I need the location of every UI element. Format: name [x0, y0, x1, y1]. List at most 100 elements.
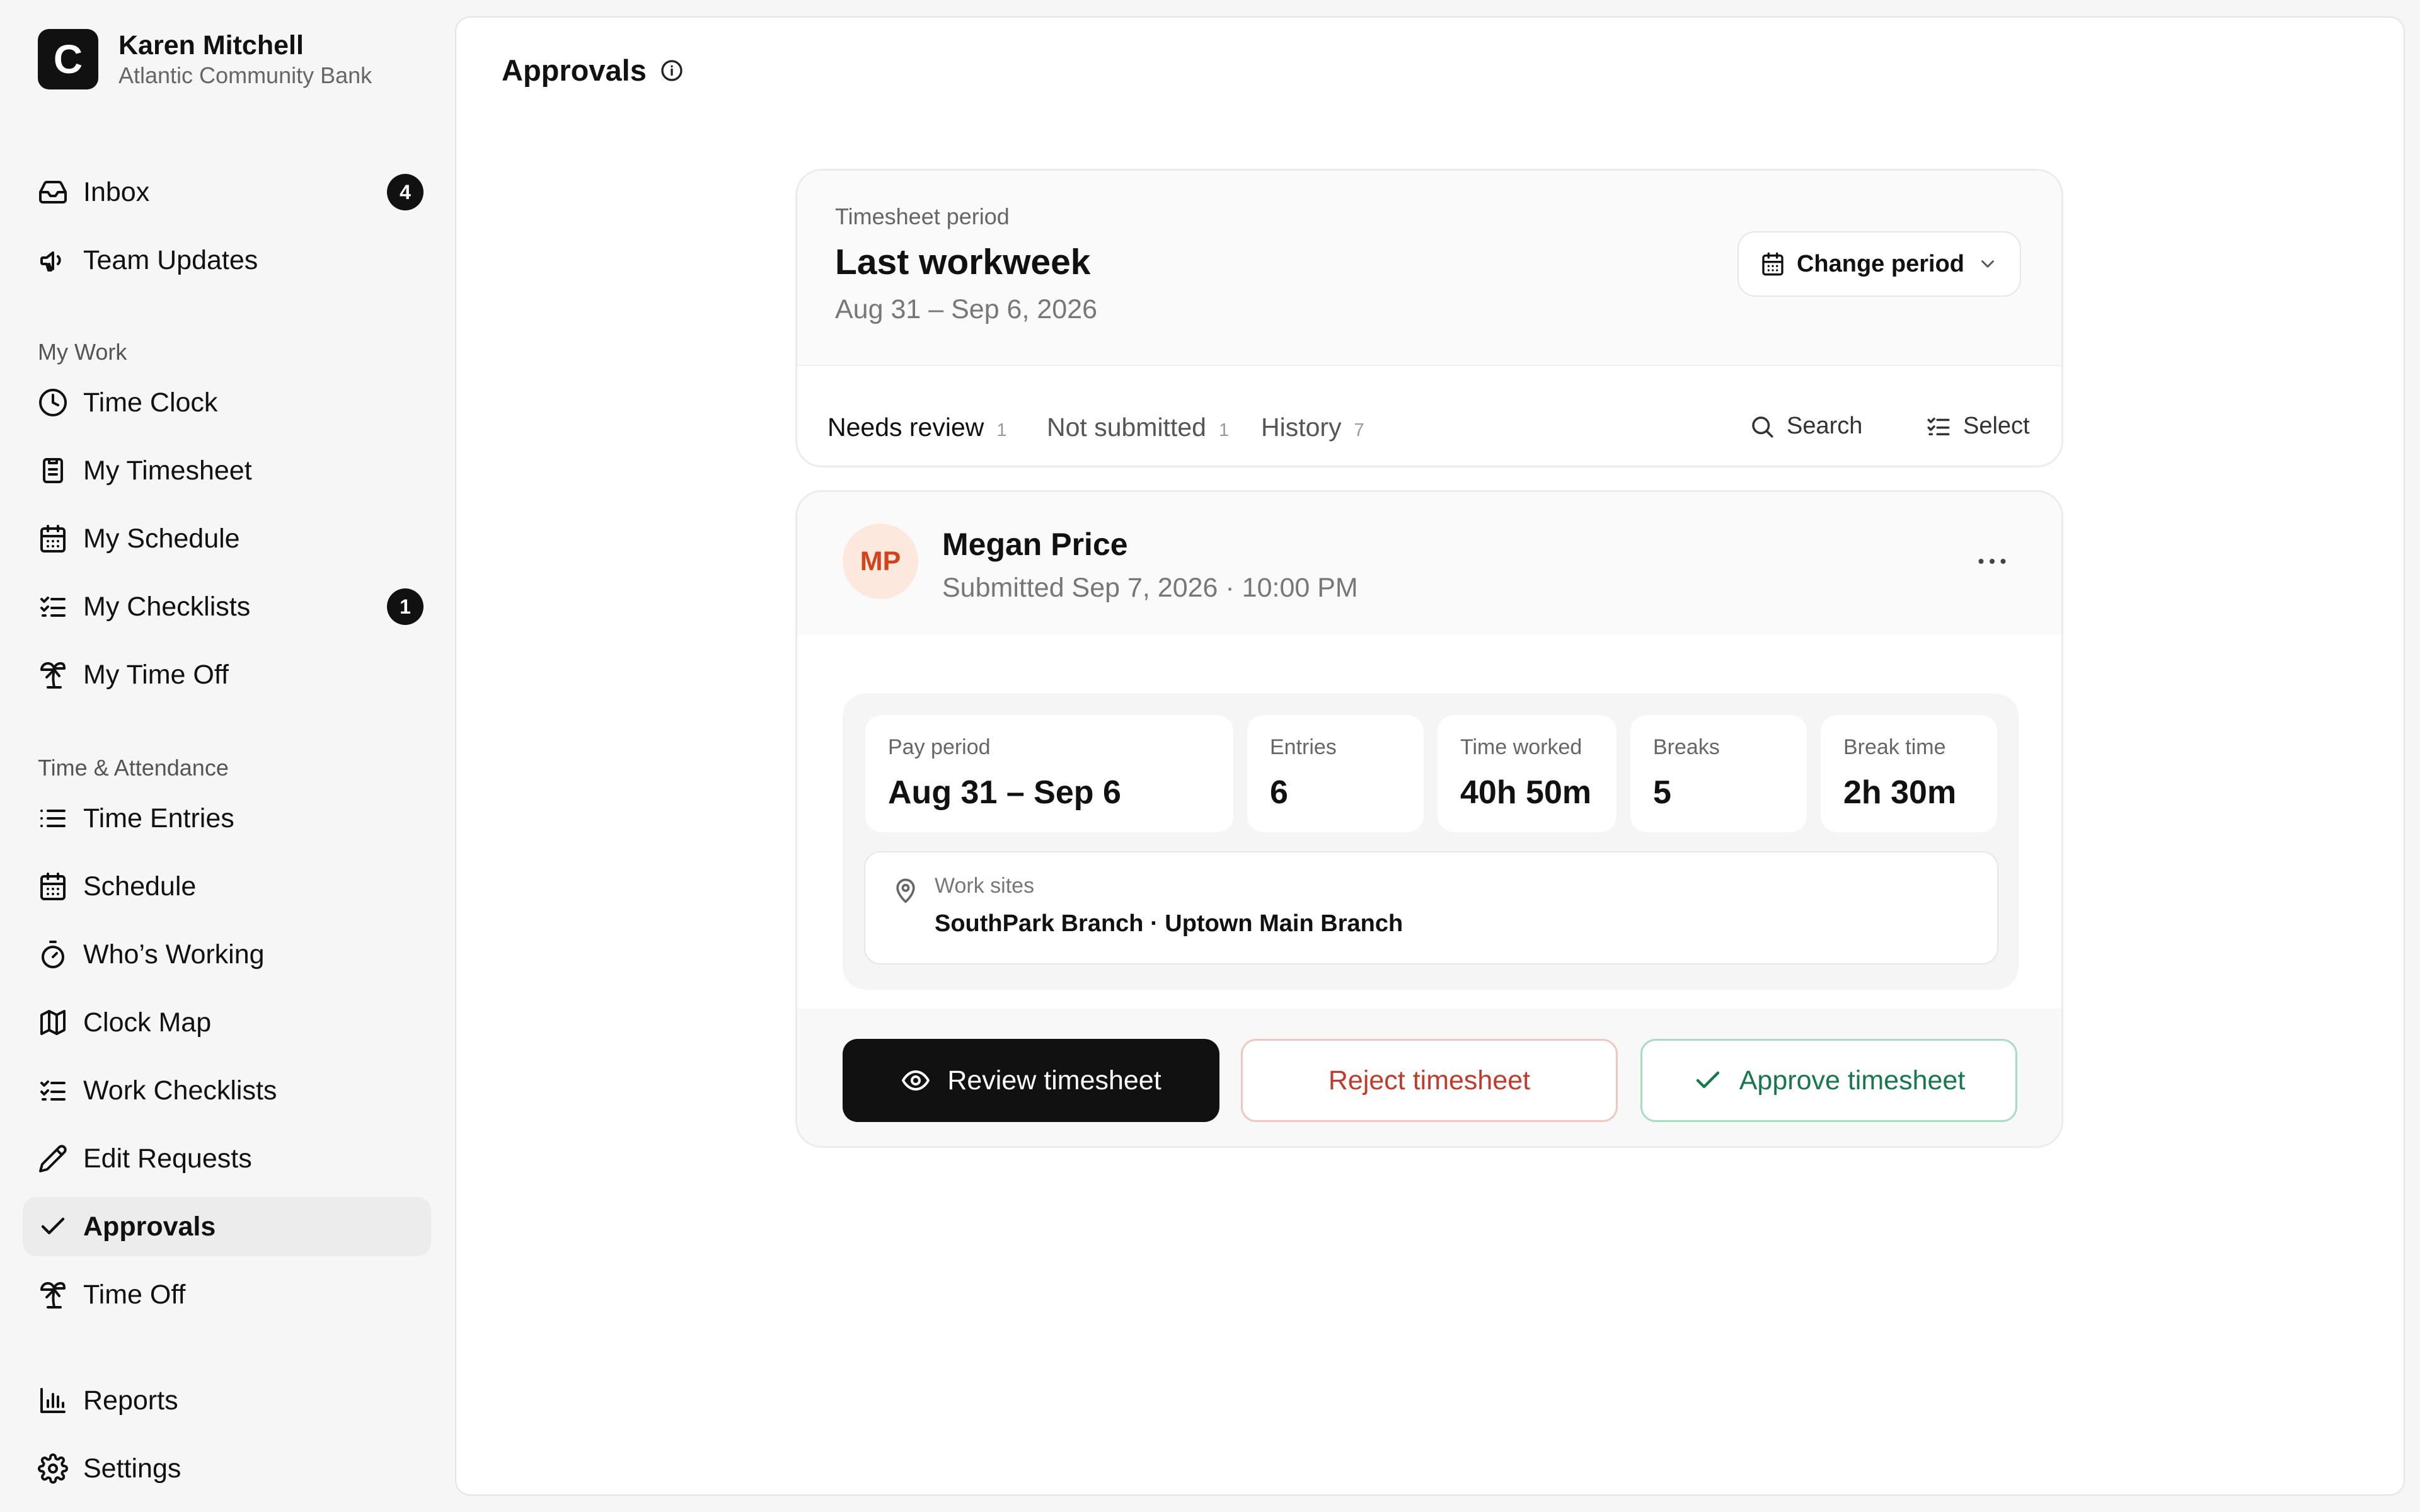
- search-icon: [1752, 416, 1773, 437]
- stopwatch-icon: [42, 941, 64, 968]
- work-sites-label: Work sites: [935, 874, 1035, 898]
- page-header: Approvals: [502, 53, 684, 88]
- period-name: Last workweek: [835, 242, 1091, 282]
- account-info: Karen Mitchell Atlantic Community Bank: [118, 29, 372, 89]
- sidebar-item-label: Time Off: [83, 1279, 186, 1310]
- sidebar-item-team-updates[interactable]: Team Updates: [23, 231, 431, 290]
- check-icon: [41, 1217, 65, 1235]
- review-timesheet-button[interactable]: Review timesheet: [843, 1039, 1219, 1122]
- inbox-count-badge: 4: [387, 174, 424, 210]
- sidebar-item-time-clock[interactable]: Time Clock: [23, 373, 431, 432]
- sidebar-item-inbox[interactable]: Inbox 4: [23, 163, 431, 222]
- sidebar-item-label: Clock Map: [83, 1007, 212, 1038]
- sidebar-item-clock-map[interactable]: Clock Map: [23, 993, 431, 1052]
- reject-timesheet-button[interactable]: Reject timesheet: [1241, 1039, 1618, 1122]
- sidebar-item-my-checklists[interactable]: My Checklists 1: [23, 577, 431, 636]
- inbox-icon: [39, 181, 67, 203]
- checklist-icon: [40, 597, 66, 617]
- account-switcher[interactable]: C Karen Mitchell Atlantic Community Bank: [38, 29, 372, 89]
- submission-header: MP Megan Price Submitted Sep 7, 2026 · 1…: [797, 492, 2061, 634]
- approve-timesheet-button[interactable]: Approve timesheet: [1640, 1039, 2017, 1122]
- eye-icon: [902, 1070, 930, 1091]
- more-options-icon[interactable]: [1973, 542, 2011, 580]
- palm-tree-icon: [40, 662, 66, 689]
- stat-value: 5: [1653, 774, 1671, 811]
- submitted-timestamp: Submitted Sep 7, 2026 · 10:00 PM: [942, 573, 1358, 603]
- sidebar-item-label: My Schedule: [83, 523, 240, 554]
- select-button[interactable]: Select: [1925, 413, 2030, 440]
- sidebar-item-label: Reports: [83, 1385, 178, 1416]
- employee-name: Megan Price: [942, 527, 1128, 562]
- search-label: Search: [1787, 413, 1863, 439]
- pencil-icon: [39, 1145, 67, 1172]
- calendar-icon: [40, 525, 66, 553]
- sidebar-item-label: Settings: [83, 1453, 182, 1484]
- tab-count: 7: [1354, 420, 1364, 440]
- account-name: Karen Mitchell: [118, 30, 304, 60]
- stat-time-worked: Time worked 40h 50m: [1438, 715, 1616, 832]
- change-period-button[interactable]: Change period: [1737, 231, 2021, 297]
- sidebar-item-my-schedule[interactable]: My Schedule: [23, 509, 431, 568]
- tab-history[interactable]: History 7: [1261, 413, 1364, 442]
- sidebar-item-approvals[interactable]: Approvals: [23, 1197, 431, 1256]
- page-title: Approvals: [502, 54, 647, 87]
- sidebar-item-schedule[interactable]: Schedule: [23, 857, 431, 916]
- avatar: MP: [843, 524, 918, 599]
- sidebar-item-label: Approvals: [83, 1211, 216, 1242]
- info-icon[interactable]: [659, 58, 684, 83]
- reject-label: Reject timesheet: [1328, 1065, 1531, 1096]
- checklists-count-badge: 1: [387, 588, 424, 625]
- stat-label: Time worked: [1460, 735, 1582, 759]
- map-pin-icon: [896, 878, 915, 903]
- sidebar-item-settings[interactable]: Settings: [23, 1439, 431, 1498]
- calendar-icon: [40, 873, 66, 900]
- sidebar-item-label: My Time Off: [83, 659, 229, 690]
- company-logo: C: [38, 29, 98, 89]
- sidebar-item-time-entries[interactable]: Time Entries: [23, 789, 431, 848]
- period-range: Aug 31 – Sep 6, 2026: [835, 294, 1098, 324]
- sidebar-item-label: Time Entries: [83, 803, 234, 833]
- sidebar-item-label: My Timesheet: [83, 455, 252, 486]
- clock-icon: [39, 389, 67, 416]
- tab-needs-review[interactable]: Needs review 1: [827, 413, 1007, 442]
- tab-label: Not submitted: [1047, 413, 1206, 442]
- stat-label: Pay period: [888, 735, 991, 759]
- main-panel: Approvals Timesheet period Last workweek…: [455, 16, 2405, 1496]
- sidebar-item-label: Schedule: [83, 871, 197, 902]
- sidebar-item-label: Time Clock: [83, 387, 218, 418]
- calendar-icon: [1762, 252, 1783, 276]
- submission-card: MP Megan Price Submitted Sep 7, 2026 · 1…: [795, 490, 2063, 1148]
- megaphone-icon: [40, 251, 61, 272]
- stat-breaks: Breaks 5: [1630, 715, 1807, 832]
- sidebar-item-my-time-off[interactable]: My Time Off: [23, 645, 431, 704]
- sidebar-item-reports[interactable]: Reports: [23, 1371, 431, 1430]
- stat-value: 40h 50m: [1460, 774, 1592, 811]
- submission-actions: Review timesheet Reject timesheet Approv…: [797, 1009, 2061, 1146]
- sidebar-item-work-checklists[interactable]: Work Checklists: [23, 1061, 431, 1120]
- stat-label: Entries: [1270, 735, 1337, 759]
- nav-section-time-attendance: Time & Attendance: [38, 755, 229, 781]
- checklist-icon: [40, 1080, 66, 1101]
- select-label: Select: [1963, 413, 2030, 439]
- check-icon: [1696, 1071, 1719, 1089]
- sidebar-item-time-off[interactable]: Time Off: [23, 1265, 431, 1324]
- timesheet-summary: Pay period Aug 31 – Sep 6 Entries 6 Time…: [843, 694, 2019, 990]
- stat-value: 6: [1270, 774, 1288, 811]
- sidebar-item-label: Work Checklists: [83, 1075, 277, 1106]
- tab-label: Needs review: [827, 413, 984, 442]
- sidebar-item-whos-working[interactable]: Who’s Working: [23, 925, 431, 984]
- sidebar-item-label: Who’s Working: [83, 939, 265, 970]
- list-icon: [40, 810, 66, 827]
- account-org: Atlantic Community Bank: [118, 62, 372, 88]
- period-card: Timesheet period Last workweek Aug 31 – …: [795, 169, 2063, 467]
- palm-tree-icon: [40, 1282, 66, 1309]
- stat-value: 2h 30m: [1843, 774, 1957, 811]
- sidebar-item-my-timesheet[interactable]: My Timesheet: [23, 441, 431, 500]
- tab-not-submitted[interactable]: Not submitted 1: [1047, 413, 1229, 442]
- stat-label: Break time: [1843, 735, 1946, 759]
- stat-label: Breaks: [1653, 735, 1720, 759]
- search-button[interactable]: Search: [1749, 413, 1862, 440]
- work-sites: Work sites SouthPark Branch · Uptown Mai…: [864, 851, 1998, 965]
- sidebar-item-edit-requests[interactable]: Edit Requests: [23, 1129, 431, 1188]
- work-sites-value: SouthPark Branch · Uptown Main Branch: [935, 910, 1403, 937]
